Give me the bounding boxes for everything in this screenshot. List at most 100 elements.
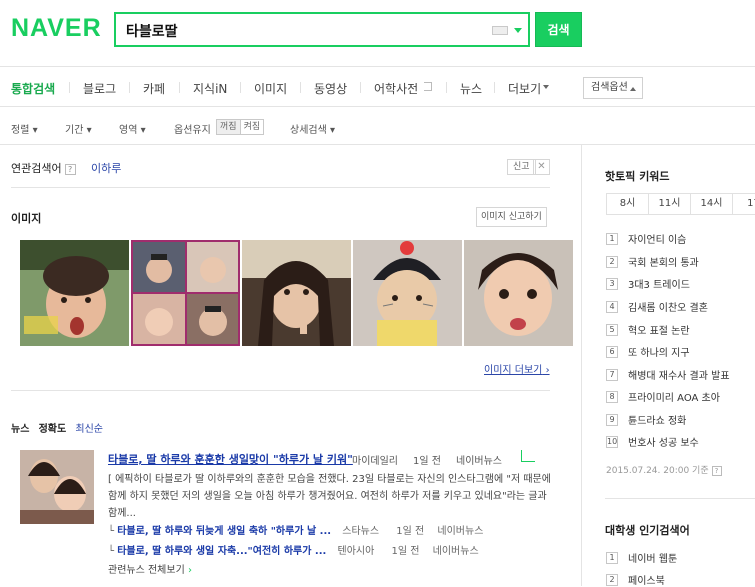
tab-cafe[interactable]: 카페 xyxy=(143,80,165,97)
autocomplete-toggle-icon[interactable] xyxy=(514,28,522,33)
time-tab[interactable]: 8시 xyxy=(606,193,649,215)
time-tab[interactable]: 14시 xyxy=(690,193,733,215)
hot-keyword[interactable]: 김새롬 이찬오 결혼 xyxy=(628,299,708,314)
hot-keyword-item[interactable]: 2 국회 본회의 통과 xyxy=(606,254,699,269)
news-thumbnail[interactable] xyxy=(20,450,94,524)
hot-keyword-item[interactable]: 5 혁오 표절 논란 xyxy=(606,322,690,337)
hot-keyword[interactable]: 혁오 표절 논란 xyxy=(628,322,690,337)
related-news-source: 스타뉴스 xyxy=(342,526,380,537)
popular-keyword-item[interactable]: 1 네이버 웹툰 xyxy=(606,550,677,565)
filter-period-label: 기간 xyxy=(65,125,84,136)
image-thumbnail[interactable] xyxy=(464,240,573,346)
sort-latest[interactable]: 최신순 xyxy=(75,424,103,435)
hot-keyword[interactable]: 국회 본회의 통과 xyxy=(628,254,699,269)
rank-number: 1 xyxy=(606,551,618,564)
toggle-off[interactable]: 꺼짐 xyxy=(217,120,241,134)
help-icon[interactable]: ? xyxy=(64,164,76,175)
tab-blog[interactable]: 블로그 xyxy=(83,80,116,97)
rank-number: 1 xyxy=(606,232,618,245)
hot-keyword[interactable]: 자이언티 이슴 xyxy=(628,231,686,246)
filter-period[interactable]: 기간 ▾ xyxy=(65,121,92,136)
divider xyxy=(605,498,755,499)
hot-keyword-item[interactable]: 9 튠드라쇼 정화 xyxy=(606,412,686,427)
image-more-link[interactable]: 이미지 더보기 › xyxy=(484,361,550,376)
image-more-label: 이미지 더보기 xyxy=(484,365,543,376)
close-icon[interactable]: ✕ xyxy=(533,159,550,175)
news-headline-link[interactable]: 타블로, 딸 하루와 훈훈한 생일맞이 "하루가 날 키워" xyxy=(108,451,353,467)
filter-detail[interactable]: 상세검색 ▾ xyxy=(290,121,335,136)
hot-keyword[interactable]: 3대3 트레이드 xyxy=(628,276,690,291)
report-button[interactable]: 신고 xyxy=(507,159,536,175)
related-news-link[interactable]: 타블로, 딸 하루와 뒤늦게 생일 축하 "하루가 날 ... xyxy=(117,526,331,537)
image-report-button[interactable]: 이미지 신고하기 xyxy=(476,207,547,227)
hot-keyword-item[interactable]: 10 번호사 성공 보수 xyxy=(606,434,699,449)
search-input[interactable]: 타블로딸 xyxy=(114,12,530,47)
hot-keyword-item[interactable]: 8 프라이미리 AOA 초아 xyxy=(606,389,720,404)
related-label: 연관검색어? xyxy=(11,160,76,176)
keyboard-icon[interactable] xyxy=(492,26,508,35)
sort-accuracy[interactable]: 정확도 xyxy=(39,424,67,435)
image-thumbnail[interactable] xyxy=(353,240,462,346)
hot-keyword[interactable]: 프라이미리 AOA 초아 xyxy=(628,389,720,404)
related-news-link[interactable]: 타블로, 딸 하루와 생일 자축..."여전히 하루가 ... xyxy=(117,546,326,557)
related-news-portal[interactable]: 네이버뉴스 xyxy=(433,546,479,557)
tab-kin[interactable]: 지식iN xyxy=(193,80,227,97)
news-portal-link[interactable]: 네이버뉴스 xyxy=(456,452,502,467)
popular-keyword[interactable]: 페이스북 xyxy=(628,572,665,587)
hot-keyword-item[interactable]: 1 자이언티 이슴 xyxy=(606,231,686,246)
tab-divider xyxy=(240,82,241,93)
related-keyword[interactable]: 이하루 xyxy=(91,160,121,176)
search-button[interactable]: 검색 xyxy=(535,12,582,47)
filter-area[interactable]: 영역 ▾ xyxy=(119,121,146,136)
help-icon[interactable]: ? xyxy=(711,466,722,476)
tab-news[interactable]: 뉴스 xyxy=(460,80,482,97)
hot-keyword-item[interactable]: 4 김새롬 이찬오 결혼 xyxy=(606,299,708,314)
tab-divider xyxy=(179,82,180,93)
time-tab[interactable]: 17 xyxy=(732,193,755,215)
image-section-title: 이미지 xyxy=(11,212,42,225)
related-news-time: 1일 전 xyxy=(396,526,425,537)
tab-more[interactable]: 더보기 xyxy=(508,80,541,97)
timestamp-text: 2015.07.24. 20:00 기준 xyxy=(606,466,709,476)
image-thumbnail[interactable] xyxy=(131,240,240,346)
search-options-button[interactable]: 검색옵션 xyxy=(583,77,643,99)
filter-bar: 정렬 ▾ 기간 ▾ 영역 ▾ 옵션유지 꺼짐 켜짐 상세검색 ▾ xyxy=(0,107,755,145)
share-icon[interactable] xyxy=(521,450,535,462)
naver-logo[interactable]: NAVER xyxy=(11,14,102,43)
hot-keyword-item[interactable]: 6 또 하나의 지구 xyxy=(606,344,690,359)
tab-integrated[interactable]: 통합검색 xyxy=(11,80,55,97)
hot-keyword[interactable]: 해병대 재수사 결과 발표 xyxy=(628,367,730,382)
all-related-news-link[interactable]: 관련뉴스 전체보기 › xyxy=(108,561,192,576)
tab-image[interactable]: 이미지 xyxy=(254,80,287,97)
hot-keyword[interactable]: 번호사 성공 보수 xyxy=(628,434,699,449)
toggle-on[interactable]: 켜짐 xyxy=(241,120,264,134)
keep-option-toggle[interactable]: 꺼짐 켜짐 xyxy=(216,119,265,135)
news-source: 마이데일리 xyxy=(352,456,398,467)
search-options-label: 검색옵션 xyxy=(591,82,628,93)
related-news-item: └ 타블로, 딸 하루와 생일 자축..."여전히 하루가 ... 텐아시아 1… xyxy=(108,542,479,557)
search-query[interactable]: 타블로딸 xyxy=(126,21,178,41)
popular-keyword[interactable]: 네이버 웹툰 xyxy=(628,550,677,565)
rank-number: 7 xyxy=(606,368,618,381)
tab-divider xyxy=(69,82,70,93)
tab-video[interactable]: 동영상 xyxy=(314,80,347,97)
image-thumbnail[interactable] xyxy=(20,240,129,346)
rank-number: 3 xyxy=(606,277,618,290)
time-tab[interactable]: 11시 xyxy=(648,193,691,215)
hot-keyword-item[interactable]: 7 해병대 재수사 결과 발표 xyxy=(606,367,730,382)
rank-number: 2 xyxy=(606,573,618,586)
main-content: 연관검색어? 이하루 신고 ✕ 이미지 이미지 신고하기 이미지 더보기 › 뉴… xyxy=(0,145,582,586)
hot-keyword-item[interactable]: 3 3대3 트레이드 xyxy=(606,276,690,291)
hot-keyword[interactable]: 튠드라쇼 정화 xyxy=(628,412,686,427)
new-window-icon xyxy=(424,82,432,91)
related-news-portal[interactable]: 네이버뉴스 xyxy=(437,526,483,537)
divider xyxy=(11,187,550,188)
tab-dictionary[interactable]: 어학사전 xyxy=(374,80,418,97)
filter-keep-label: 옵션유지 xyxy=(174,125,211,136)
popular-keyword-item[interactable]: 2 페이스북 xyxy=(606,572,665,587)
hot-keyword[interactable]: 또 하나의 지구 xyxy=(628,344,690,359)
filter-sort[interactable]: 정렬 ▾ xyxy=(11,121,38,136)
rank-number: 8 xyxy=(606,390,618,403)
filter-detail-label: 상세검색 xyxy=(290,125,327,136)
image-thumbnail[interactable] xyxy=(242,240,351,346)
